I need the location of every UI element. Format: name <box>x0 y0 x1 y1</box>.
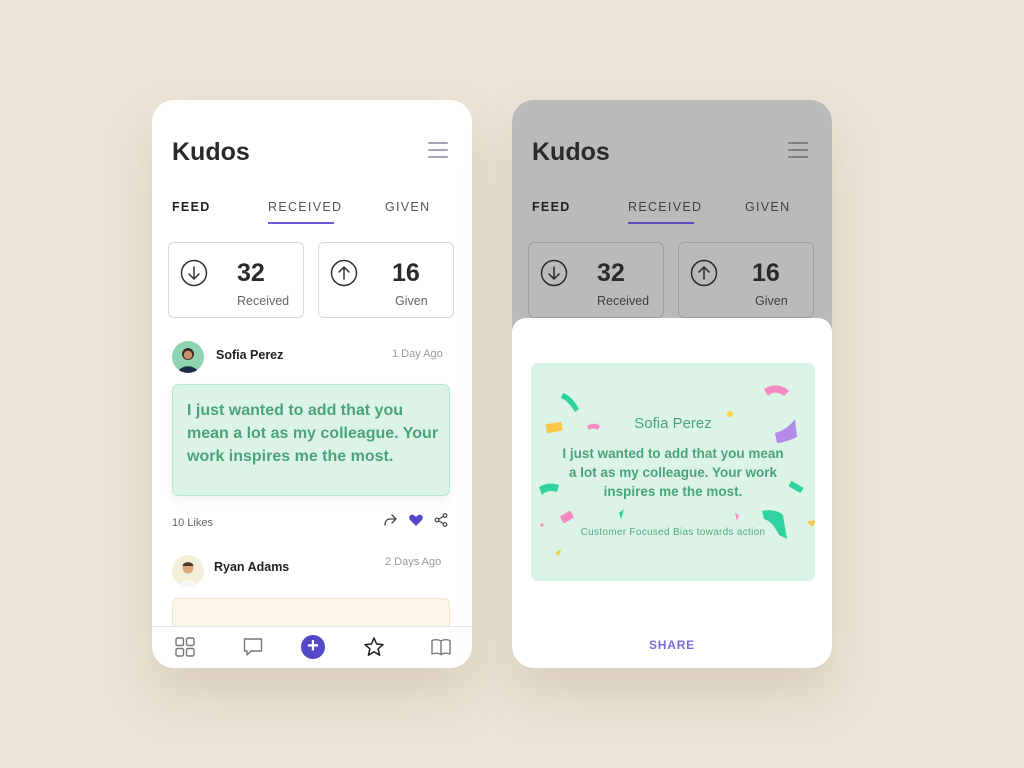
post-author[interactable]: Ryan Adams <box>214 560 289 574</box>
kudos-card-preview: Sofia Perez I just wanted to add that yo… <box>531 363 815 581</box>
kudos-message-card[interactable]: I just wanted to add that you mean a lot… <box>172 384 450 496</box>
page-title: Kudos <box>532 138 610 166</box>
tab-received[interactable]: RECEIVED <box>628 200 702 214</box>
heart-icon[interactable] <box>408 512 424 528</box>
received-stat-card[interactable]: 32 Received <box>168 242 304 318</box>
share-bottom-sheet: Sofia Perez I just wanted to add that yo… <box>512 318 832 668</box>
received-count: 32 <box>597 259 625 287</box>
arrow-down-circle-icon <box>180 259 208 287</box>
grid-icon[interactable] <box>174 636 196 658</box>
hamburger-menu-icon[interactable] <box>428 142 448 158</box>
given-label: Given <box>395 294 428 308</box>
received-label: Received <box>597 294 650 308</box>
kudos-share-screen: Kudos FEED RECEIVED GIVEN 32 Received 16… <box>512 100 832 668</box>
given-stat-card[interactable]: 16 Given <box>318 242 454 318</box>
received-count: 32 <box>237 259 265 287</box>
received-label: Received <box>237 294 290 308</box>
bottom-navigation: + <box>152 626 472 668</box>
arrow-up-circle-icon <box>330 259 358 287</box>
tab-given[interactable]: GIVEN <box>385 200 430 214</box>
given-count: 16 <box>752 259 780 287</box>
forward-icon[interactable] <box>382 512 398 528</box>
given-count: 16 <box>392 259 420 287</box>
share-icon[interactable] <box>433 512 449 528</box>
avatar[interactable] <box>172 341 204 373</box>
hamburger-menu-icon[interactable] <box>788 142 808 158</box>
tab-received[interactable]: RECEIVED <box>268 200 342 214</box>
likes-count: 10 Likes <box>172 517 213 529</box>
post-time: 1 Day Ago <box>392 348 443 360</box>
page-title: Kudos <box>172 138 250 166</box>
star-icon[interactable] <box>363 636 385 658</box>
book-icon[interactable] <box>430 636 452 658</box>
kudos-feed-screen: Kudos FEED RECEIVED GIVEN 32 Received 16… <box>152 100 472 668</box>
tab-feed[interactable]: FEED <box>172 200 211 214</box>
add-kudos-button[interactable]: + <box>301 635 325 659</box>
chat-icon[interactable] <box>242 636 264 658</box>
tab-underline <box>628 222 694 224</box>
tab-underline <box>268 222 334 224</box>
card-tags: Customer Focused Bias towards action <box>580 527 766 538</box>
given-label: Given <box>755 294 788 308</box>
arrow-down-circle-icon <box>540 259 568 287</box>
tab-given[interactable]: GIVEN <box>745 200 790 214</box>
post-time: 2 Days Ago <box>385 556 442 568</box>
share-button[interactable]: SHARE <box>512 638 832 652</box>
given-stat-card[interactable]: 16 Given <box>678 242 814 318</box>
avatar[interactable] <box>172 555 204 587</box>
received-stat-card[interactable]: 32 Received <box>528 242 664 318</box>
tab-feed[interactable]: FEED <box>532 200 571 214</box>
post-author[interactable]: Sofia Perez <box>216 348 283 362</box>
card-message: I just wanted to add that you mean a lot… <box>562 446 784 499</box>
card-recipient-name: Sofia Perez <box>634 415 712 432</box>
kudos-message: I just wanted to add that you mean a lot… <box>187 402 439 465</box>
arrow-up-circle-icon <box>690 259 718 287</box>
